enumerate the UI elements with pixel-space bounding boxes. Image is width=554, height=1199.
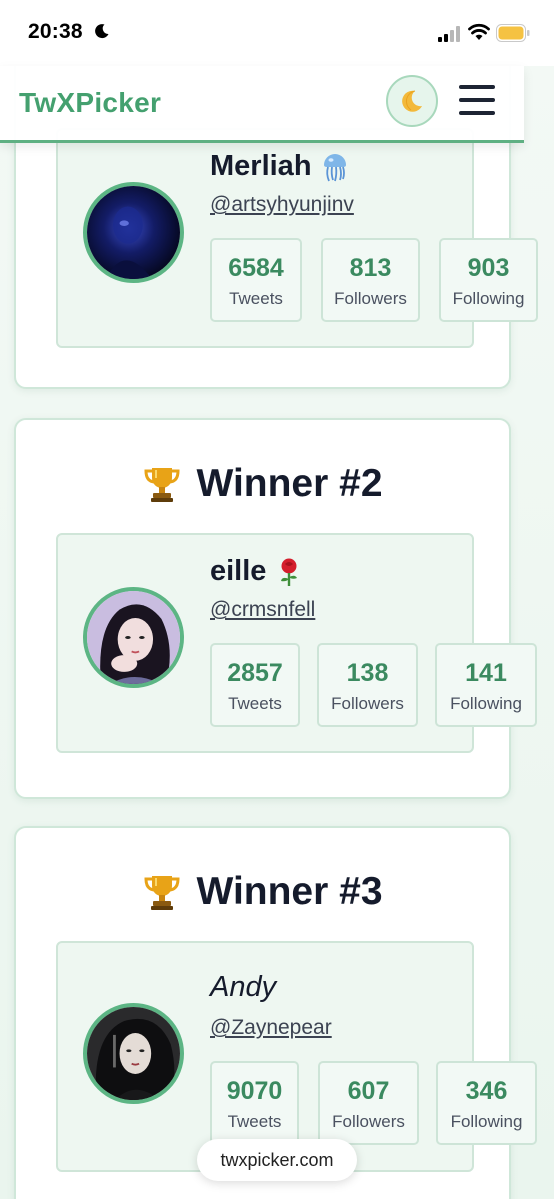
user-handle-link[interactable]: @artsyhyunjinv <box>210 193 354 217</box>
stat-tweets: 6584 Tweets <box>210 238 302 322</box>
display-name: eille <box>210 555 302 588</box>
display-name: Merliah <box>210 150 348 183</box>
jellyfish-icon <box>323 153 346 181</box>
moon-icon <box>95 24 109 39</box>
stat-label: Followers <box>332 1112 405 1131</box>
stat-value: 346 <box>465 1077 508 1105</box>
stat-label: Tweets <box>227 1112 282 1131</box>
stat-followers: 138 Followers <box>317 643 418 727</box>
hamburger-icon <box>459 85 495 89</box>
site-url-pill[interactable]: twxpicker.com <box>197 1139 357 1181</box>
display-name-text: Merliah <box>210 150 312 182</box>
winner-heading-text: Winner #2 <box>196 462 383 505</box>
stat-label: Followers <box>334 289 407 308</box>
display-name: Andy <box>210 971 276 1004</box>
user-handle-link[interactable]: @crmsnfell <box>210 598 315 622</box>
stat-label: Tweets <box>229 289 283 308</box>
winner-heading-text: Winner #3 <box>196 870 383 913</box>
stat-value: 607 <box>347 1077 390 1105</box>
stat-value: 2857 <box>227 659 283 687</box>
stat-label: Following <box>450 694 522 713</box>
battery-icon <box>496 24 530 42</box>
winner-card-2: Winner #2 eille @crmsnfell 2857 Tweets 1… <box>14 418 537 799</box>
display-name-text: eille <box>210 555 267 587</box>
stat-following: 141 Following <box>435 643 537 727</box>
stat-label: Following <box>452 289 525 308</box>
theme-toggle-button[interactable] <box>386 75 438 127</box>
display-name-text: Andy <box>210 971 277 1003</box>
user-handle-link[interactable]: @Zaynepear <box>210 1016 332 1040</box>
user-panel: Merliah @artsyhyunjinv 6584 Tweets 813 F… <box>56 128 538 348</box>
stat-value: 813 <box>349 254 392 282</box>
stat-followers: 607 Followers <box>318 1061 419 1145</box>
brand-logo[interactable]: TwXPicker <box>19 87 161 119</box>
stat-label: Tweets <box>228 694 282 713</box>
stat-following: 346 Following <box>436 1061 537 1145</box>
stat-value: 138 <box>346 659 389 687</box>
winner-heading: Winner #2 <box>16 462 509 506</box>
user-panel: Andy @Zaynepear 9070 Tweets 607 Follower… <box>56 941 537 1172</box>
trophy-icon <box>144 468 180 502</box>
status-bar: 20:38 <box>0 0 554 66</box>
navbar: TwXPicker <box>0 66 524 143</box>
stat-value: 141 <box>465 659 507 687</box>
wifi-icon <box>468 23 490 40</box>
stat-label: Followers <box>331 694 404 713</box>
signal-icon <box>438 26 460 42</box>
stat-value: 6584 <box>228 254 284 282</box>
status-time: 20:38 <box>28 20 83 43</box>
user-panel: eille @crmsnfell 2857 Tweets 138 Followe… <box>56 533 537 753</box>
avatar[interactable] <box>83 182 184 283</box>
stat-following: 903 Following <box>439 238 538 322</box>
hamburger-icon-bar <box>459 98 495 102</box>
stat-tweets: 9070 Tweets <box>210 1061 299 1145</box>
stat-label: Following <box>450 1112 523 1131</box>
stat-tweets: 2857 Tweets <box>210 643 300 727</box>
rose-icon <box>281 558 298 586</box>
results-list[interactable]: Merliah @artsyhyunjinv 6584 Tweets 813 F… <box>0 66 554 1199</box>
hamburger-icon-bar <box>459 111 495 115</box>
moon-icon <box>402 90 422 112</box>
stat-value: 9070 <box>226 1077 283 1105</box>
avatar[interactable] <box>83 587 184 688</box>
stat-followers: 813 Followers <box>321 238 420 322</box>
avatar[interactable] <box>83 1003 184 1104</box>
hamburger-menu-button[interactable] <box>459 85 495 115</box>
stat-value: 903 <box>467 254 510 282</box>
winner-heading: Winner #3 <box>16 870 509 914</box>
trophy-icon <box>144 876 180 910</box>
